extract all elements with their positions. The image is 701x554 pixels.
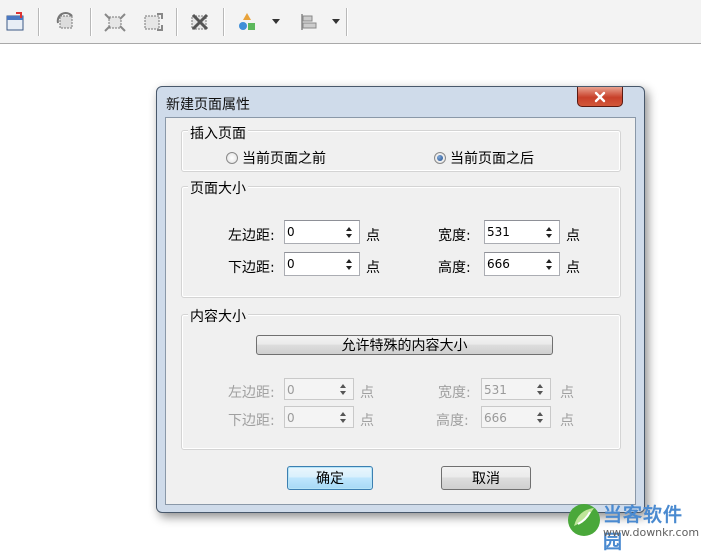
left-margin-label: 左边距:: [228, 228, 275, 244]
dialog-title: 新建页面属性: [166, 97, 250, 113]
fit-content-icon[interactable]: [138, 9, 168, 35]
radio-before-label: 当前页面之前: [242, 151, 326, 167]
width-unit: 点: [566, 228, 580, 244]
bottom-margin-stepper[interactable]: [284, 252, 360, 276]
insert-page-group-label: 插入页面: [188, 123, 248, 143]
spin-arrows: [530, 407, 550, 427]
allow-special-content-size-button[interactable]: 允许特殊的内容大小: [256, 335, 553, 355]
content-left-margin-label: 左边距:: [228, 385, 275, 401]
content-height-input: [484, 409, 526, 427]
spin-arrows: [333, 379, 353, 399]
content-bottom-margin-stepper: [284, 406, 354, 428]
content-width-unit: 点: [560, 385, 574, 401]
content-left-margin-input: [287, 381, 329, 399]
spin-arrows[interactable]: [339, 221, 359, 243]
spin-arrows[interactable]: [339, 253, 359, 275]
spin-arrows: [333, 407, 353, 427]
content-left-margin-stepper: [284, 378, 354, 400]
spin-arrows[interactable]: [539, 253, 559, 275]
new-page-properties-dialog: 新建页面属性 插入页面 当前页面之前 当前页面之后 页面大小 左边距: 点 宽度…: [156, 86, 645, 513]
delete-icon[interactable]: [185, 9, 215, 35]
content-width-label: 宽度:: [438, 385, 471, 401]
radio-after-current-page[interactable]: 当前页面之后: [434, 148, 534, 168]
toolbar-separator: [90, 8, 92, 36]
width-stepper[interactable]: [484, 220, 560, 244]
toolbar-separator: [346, 8, 348, 36]
height-label: 高度:: [438, 260, 471, 276]
bottom-margin-label: 下边距:: [228, 260, 275, 276]
height-input[interactable]: [487, 255, 535, 273]
page-size-group-label: 页面大小: [188, 178, 248, 198]
close-icon: [594, 91, 606, 102]
align-dropdown-caret[interactable]: [332, 19, 340, 24]
left-margin-stepper[interactable]: [284, 220, 360, 244]
ok-button[interactable]: 确定: [287, 466, 373, 490]
cancel-button[interactable]: 取消: [441, 466, 531, 490]
align-icon[interactable]: [296, 9, 322, 35]
content-height-label: 高度:: [436, 413, 469, 429]
left-margin-unit: 点: [366, 228, 380, 244]
spin-arrows[interactable]: [539, 221, 559, 243]
content-width-input: [484, 381, 526, 399]
close-button[interactable]: [577, 87, 623, 107]
shapes-icon[interactable]: [234, 9, 260, 35]
content-height-unit: 点: [560, 413, 574, 429]
toolbar: [0, 0, 701, 44]
watermark-logo-icon: [566, 500, 602, 544]
content-width-stepper: [481, 378, 551, 400]
height-unit: 点: [566, 260, 580, 276]
bottom-margin-unit: 点: [366, 260, 380, 276]
spin-arrows: [530, 379, 550, 399]
fit-page-icon[interactable]: [100, 9, 130, 35]
radio-before-current-page[interactable]: 当前页面之前: [226, 148, 326, 168]
radio-indicator: [226, 152, 238, 164]
toolbar-separator: [38, 8, 40, 36]
width-input[interactable]: [487, 223, 535, 241]
content-left-margin-unit: 点: [360, 385, 374, 401]
content-size-group-label: 内容大小: [188, 306, 248, 326]
dialog-body: 插入页面 当前页面之前 当前页面之后 页面大小 左边距: 点 宽度: 点 下边距…: [165, 117, 636, 505]
content-bottom-margin-input: [287, 409, 329, 427]
toolbar-separator: [176, 8, 178, 36]
page-icon[interactable]: [2, 9, 28, 35]
watermark-url: www.downkr.com: [603, 526, 700, 539]
content-bottom-margin-unit: 点: [360, 413, 374, 429]
width-label: 宽度:: [438, 228, 471, 244]
radio-indicator-selected: [434, 152, 446, 164]
content-height-stepper: [481, 406, 551, 428]
shapes-dropdown-caret[interactable]: [272, 19, 280, 24]
left-margin-input[interactable]: [287, 223, 335, 241]
height-stepper[interactable]: [484, 252, 560, 276]
rotate-icon[interactable]: [52, 9, 82, 35]
bottom-margin-input[interactable]: [287, 255, 335, 273]
toolbar-separator: [223, 8, 225, 36]
radio-after-label: 当前页面之后: [450, 151, 534, 167]
content-bottom-margin-label: 下边距:: [228, 413, 275, 429]
